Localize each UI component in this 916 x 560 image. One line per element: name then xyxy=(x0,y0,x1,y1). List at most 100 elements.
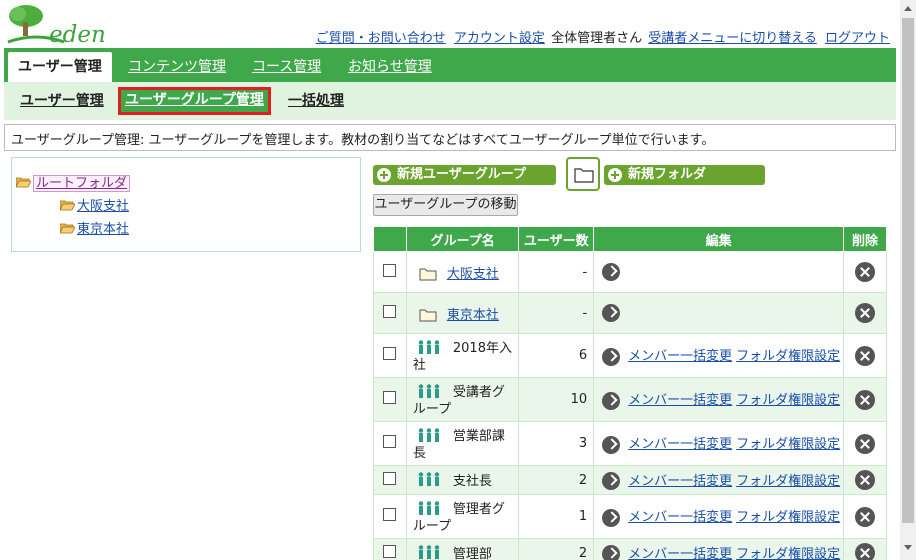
scrollbar-thumb[interactable] xyxy=(902,18,914,523)
new-user-group-button[interactable]: 新規ユーザーグループ xyxy=(373,165,556,185)
tab-course-management[interactable]: コース管理 xyxy=(242,52,331,82)
contact-link[interactable]: ご質問・お問い合わせ xyxy=(316,31,446,46)
tree-root: ルートフォルダ xyxy=(16,172,131,192)
table-row: 管理部 2 メンバー一括変更 フォルダ権限設定 xyxy=(373,538,887,560)
group-name-wrap: 社 xyxy=(412,357,426,373)
main-tabs: ユーザー管理 コンテンツ管理 コース管理 お知らせ管理 xyxy=(4,48,896,82)
row-checkbox[interactable] xyxy=(383,508,397,521)
row-checkbox[interactable] xyxy=(383,471,397,485)
delete-icon[interactable] xyxy=(855,345,876,366)
folder-permission-link[interactable]: フォルダ権限設定 xyxy=(736,349,840,364)
new-folder-label: 新規フォルダ xyxy=(628,167,707,182)
folder-permission-link[interactable]: フォルダ権限設定 xyxy=(736,510,840,525)
open-arrow-icon[interactable] xyxy=(602,472,621,491)
group-name-link[interactable]: 東京本社 xyxy=(447,308,499,323)
folder-permission-link[interactable]: フォルダ権限設定 xyxy=(736,547,840,560)
delete-icon[interactable] xyxy=(855,433,876,454)
vertical-scrollbar[interactable] xyxy=(900,0,916,560)
select-column-header xyxy=(373,226,407,252)
folder-icon xyxy=(574,168,594,183)
group-name: 受講者グ xyxy=(452,384,505,400)
group-name-link[interactable]: 大阪支社 xyxy=(447,267,499,282)
header: eden ご質問・お問い合わせ アカウント設定 全体管理者さん 受講者メニューに… xyxy=(0,0,900,48)
user-group-icon xyxy=(418,384,440,398)
delete-icon[interactable] xyxy=(855,506,876,527)
folder-permission-link[interactable]: フォルダ権限設定 xyxy=(736,437,840,452)
user-count: 2 xyxy=(518,465,595,495)
eden-logo[interactable]: eden xyxy=(6,2,106,48)
table-row: 大阪支社 - xyxy=(373,251,887,293)
subtab-user-management[interactable]: ユーザー管理 xyxy=(16,88,108,114)
user-name: 全体管理者さん xyxy=(551,31,643,46)
open-arrow-icon[interactable] xyxy=(602,391,621,410)
scroll-down-icon[interactable] xyxy=(904,545,912,550)
user-count: 1 xyxy=(518,494,595,539)
bulk-member-change-link[interactable]: メンバー一括変更 xyxy=(628,437,732,452)
new-folder-button[interactable]: 新規フォルダ xyxy=(604,165,765,185)
group-name-wrap: ループ xyxy=(412,518,452,534)
folder-tree: ルートフォルダ 大阪支社 東京本社 xyxy=(11,157,361,252)
user-group-icon xyxy=(418,428,440,442)
open-folder-icon xyxy=(60,200,75,211)
tree-root-link[interactable]: ルートフォルダ xyxy=(33,175,131,192)
delete-icon[interactable] xyxy=(855,470,876,490)
folder-permission-link[interactable]: フォルダ権限設定 xyxy=(736,474,840,489)
tab-notice-management[interactable]: お知らせ管理 xyxy=(338,52,442,82)
plus-icon xyxy=(608,168,622,182)
sub-tabs: ユーザー管理 ユーザーグループ管理 一括処理 xyxy=(4,82,896,120)
group-name: 2018年入 xyxy=(452,340,512,356)
row-checkbox[interactable] xyxy=(383,544,397,558)
new-user-group-label: 新規ユーザーグループ xyxy=(397,167,526,182)
user-count: 3 xyxy=(518,421,595,466)
bulk-member-change-link[interactable]: メンバー一括変更 xyxy=(628,474,732,489)
row-checkbox[interactable] xyxy=(383,263,397,277)
move-user-group-button[interactable]: ユーザーグループの移動 xyxy=(373,194,518,216)
subtab-bulk-processing[interactable]: 一括処理 xyxy=(284,88,348,114)
tree-node-osaka: 大阪支社 xyxy=(60,195,129,214)
open-arrow-icon[interactable] xyxy=(602,347,621,366)
tree-osaka-link[interactable]: 大阪支社 xyxy=(77,199,129,214)
folder-permission-link[interactable]: フォルダ権限設定 xyxy=(736,393,840,408)
open-arrow-icon[interactable] xyxy=(602,545,621,560)
open-arrow-icon[interactable] xyxy=(602,508,621,527)
open-arrow-icon[interactable] xyxy=(602,435,621,454)
user-group-icon xyxy=(418,545,440,559)
row-checkbox[interactable] xyxy=(383,435,397,448)
delete-icon[interactable] xyxy=(855,543,876,560)
scroll-up-icon[interactable] xyxy=(904,6,912,11)
tab-user-management[interactable]: ユーザー管理 xyxy=(8,52,112,82)
open-arrow-icon[interactable] xyxy=(602,263,621,281)
top-links: ご質問・お問い合わせ アカウント設定 全体管理者さん 受講者メニューに切り替える… xyxy=(314,27,892,46)
group-name-wrap: 長 xyxy=(412,445,426,461)
tab-content-management[interactable]: コンテンツ管理 xyxy=(118,52,236,82)
group-name: 支社長 xyxy=(452,473,492,489)
delete-icon[interactable] xyxy=(855,389,876,410)
edit-header: 編集 xyxy=(593,226,845,252)
row-checkbox[interactable] xyxy=(383,304,397,318)
logout-link[interactable]: ログアウト xyxy=(825,31,890,46)
user-count: - xyxy=(518,251,595,293)
row-checkbox[interactable] xyxy=(383,391,397,404)
user-count: 6 xyxy=(518,333,595,378)
tree-tokyo-link[interactable]: 東京本社 xyxy=(77,222,129,237)
user-group-icon xyxy=(418,340,440,354)
account-settings-link[interactable]: アカウント設定 xyxy=(454,31,545,46)
user-count: - xyxy=(518,292,595,334)
table-row: 東京本社 - xyxy=(373,292,887,334)
folder-drop-target[interactable] xyxy=(566,157,600,191)
delete-icon[interactable] xyxy=(855,262,876,282)
bulk-member-change-link[interactable]: メンバー一括変更 xyxy=(628,349,732,364)
open-arrow-icon[interactable] xyxy=(602,304,621,322)
subtab-user-group-management[interactable]: ユーザーグループ管理 xyxy=(118,87,271,115)
user-count: 2 xyxy=(518,538,595,560)
row-checkbox[interactable] xyxy=(383,347,397,360)
bulk-member-change-link[interactable]: メンバー一括変更 xyxy=(628,393,732,408)
table-header-row: グループ名 ユーザー数 編集 削除 xyxy=(373,226,887,252)
bulk-member-change-link[interactable]: メンバー一括変更 xyxy=(628,510,732,525)
user-group-icon xyxy=(418,501,440,515)
switch-learner-menu-link[interactable]: 受講者メニューに切り替える xyxy=(648,31,817,46)
user-group-table: グループ名 ユーザー数 編集 削除 大阪支社 - 東京本社 - 2018年入社 … xyxy=(373,226,887,560)
bulk-member-change-link[interactable]: メンバー一括変更 xyxy=(628,547,732,560)
delete-icon[interactable] xyxy=(855,303,876,323)
group-name-wrap: ループ xyxy=(412,401,452,417)
